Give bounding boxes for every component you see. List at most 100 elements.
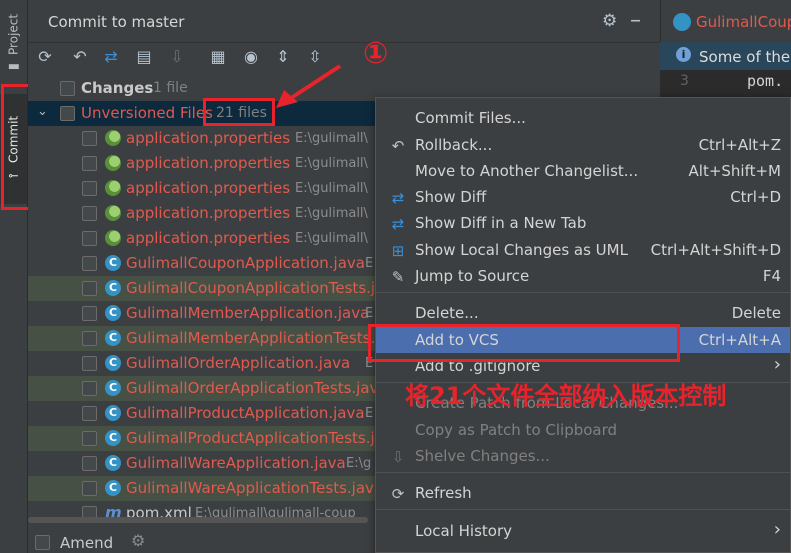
menu-item-label: Refresh [415,484,472,502]
menu-item-copy-as-patch-to-clipboard: Copy as Patch to Clipboard [376,417,790,443]
file-checkbox[interactable] [82,481,97,496]
menu-item-label: Rollback... [415,136,493,154]
file-checkbox[interactable] [82,131,97,146]
file-row[interactable]: application.properties E:\gulimall\ [28,126,378,151]
file-name: application.properties [126,154,291,172]
menu-item-commit-files[interactable]: Commit Files... [376,105,790,131]
file-path: E [365,256,374,271]
file-row[interactable]: C GulimallProductApplication.java E [28,401,378,426]
chevron-right-icon: › [773,519,781,540]
file-path: E:\gulimall\ [295,181,368,196]
gear-icon[interactable]: ⚙ [602,11,617,31]
group-by-icon[interactable]: ▦ [207,46,229,68]
file-name: GulimallMemberApplication.java [126,304,370,322]
menu-item-show-diff-in-a-new-tab[interactable]: ⇄ Show Diff in a New Tab [376,210,790,236]
file-checkbox[interactable] [82,381,97,396]
file-row[interactable]: C GulimallMemberApplicationTests.java [28,326,407,351]
diff-icon[interactable]: ⇄ [100,46,122,68]
java-class-icon: C [105,355,121,371]
horizontal-scrollbar[interactable] [28,517,368,523]
info-icon: i [676,47,691,62]
changelist-icon[interactable]: ▤ [133,46,155,68]
menu-item-jump-to-source[interactable]: ✎ Jump to Source F4 [376,263,790,289]
menu-item-label: Show Local Changes as UML [415,241,628,259]
file-row[interactable]: application.properties E:\gulimall\ [28,176,378,201]
unversioned-checkbox[interactable] [60,106,75,121]
menu-item-local-history[interactable]: Local History › [376,518,790,544]
menu-item-rollback[interactable]: ↶ Rollback... Ctrl+Alt+Z [376,132,790,158]
refresh-icon[interactable]: ⟳ [34,46,56,68]
editor-tab[interactable]: GulimallCoup [696,13,791,31]
file-row[interactable]: C GulimallWareApplicationTests.java [28,476,383,501]
file-row[interactable]: C GulimallCouponApplicationTests.java [28,276,402,301]
rollback-icon: ↶ [391,137,405,155]
java-class-icon: C [105,380,121,396]
java-class-icon: C [105,455,121,471]
java-class-icon: C [105,305,121,321]
menu-item-refresh[interactable]: ⟳ Refresh [376,480,790,506]
file-name: GulimallMemberApplicationTests.java [126,329,407,347]
amend-label: Amend [60,534,114,552]
file-name: GulimallProductApplication.java [126,404,365,422]
menu-item-shortcut: Delete [731,304,781,322]
file-checkbox[interactable] [82,206,97,221]
java-class-icon: C [105,255,121,271]
file-path: E:\gulimall\ [295,206,368,221]
file-name: GulimallWareApplication.java [126,454,346,472]
pencil-icon: ✎ [391,268,405,286]
folder-icon: ▬ [7,59,20,75]
rollback-icon[interactable]: ↶ [69,46,91,68]
file-checkbox[interactable] [82,456,97,471]
changes-label: Changes [81,79,154,97]
file-checkbox[interactable] [82,431,97,446]
annotation-number: ① [363,36,389,71]
menu-item-show-diff[interactable]: ⇄ Show Diff Ctrl+D [376,184,790,210]
amend-checkbox[interactable] [35,535,50,550]
spring-leaf-icon [105,155,121,171]
menu-item-delete[interactable]: Delete... Delete [376,300,790,326]
file-row[interactable]: C GulimallOrderApplication.java E [28,351,378,376]
chevron-right-icon: › [773,354,781,375]
minimize-icon[interactable]: – [630,8,641,33]
diff-icon: ⇄ [391,189,405,207]
menu-item-label: Commit Files... [415,109,526,127]
shelve-icon[interactable]: ⇩ [166,46,188,68]
java-class-icon: C [105,280,121,296]
menu-item-move-to-another-changelist[interactable]: Move to Another Changelist... Alt+Shift+M [376,158,790,184]
menu-item-shelve-changes: ⇩ Shelve Changes... [376,443,790,469]
file-path: E:\g [346,456,372,471]
file-row[interactable]: C GulimallWareApplication.java E:\g [28,451,378,476]
file-row[interactable]: application.properties E:\gulimall\ [28,201,378,226]
file-name: GulimallCouponApplication.java [126,254,365,272]
file-name: GulimallWareApplicationTests.java [126,479,384,497]
annotation-box-add-to-vcs [368,324,680,362]
file-checkbox[interactable] [82,356,97,371]
file-name: GulimallProductApplicationTests.java [126,429,402,447]
file-checkbox[interactable] [82,281,97,296]
menu-separator [376,292,790,293]
file-checkbox[interactable] [82,156,97,171]
file-row[interactable]: C GulimallProductApplicationTests.java [28,426,402,451]
editor-banner-text: Some of the [699,48,791,66]
annotation-arrow-icon [276,64,342,108]
changes-checkbox[interactable] [60,81,75,96]
menu-separator [376,509,790,510]
changes-count: 1 file [153,80,188,96]
file-row[interactable]: C GulimallCouponApplication.java E [28,251,378,276]
file-checkbox[interactable] [82,331,97,346]
file-checkbox[interactable] [82,256,97,271]
file-checkbox[interactable] [82,306,97,321]
gear-icon[interactable]: ⚙ [131,531,145,550]
file-name: GulimallOrderApplicationTests.java [126,379,388,397]
tab-project[interactable]: ▬ Project [0,8,27,80]
file-checkbox[interactable] [82,406,97,421]
file-row[interactable]: C GulimallMemberApplication.java E [28,301,378,326]
file-checkbox[interactable] [82,181,97,196]
file-checkbox[interactable] [82,231,97,246]
file-row[interactable]: C GulimallOrderApplicationTests.java [28,376,388,401]
eye-icon[interactable]: ◉ [240,46,262,68]
chevron-down-icon[interactable]: ⌄ [37,104,48,119]
menu-item-show-local-changes-as-uml[interactable]: ⊞ Show Local Changes as UML Ctrl+Alt+Shift… [376,237,790,263]
file-row[interactable]: application.properties E:\gulimall\ [28,226,378,251]
file-row[interactable]: application.properties E:\gulimall\ [28,151,378,176]
